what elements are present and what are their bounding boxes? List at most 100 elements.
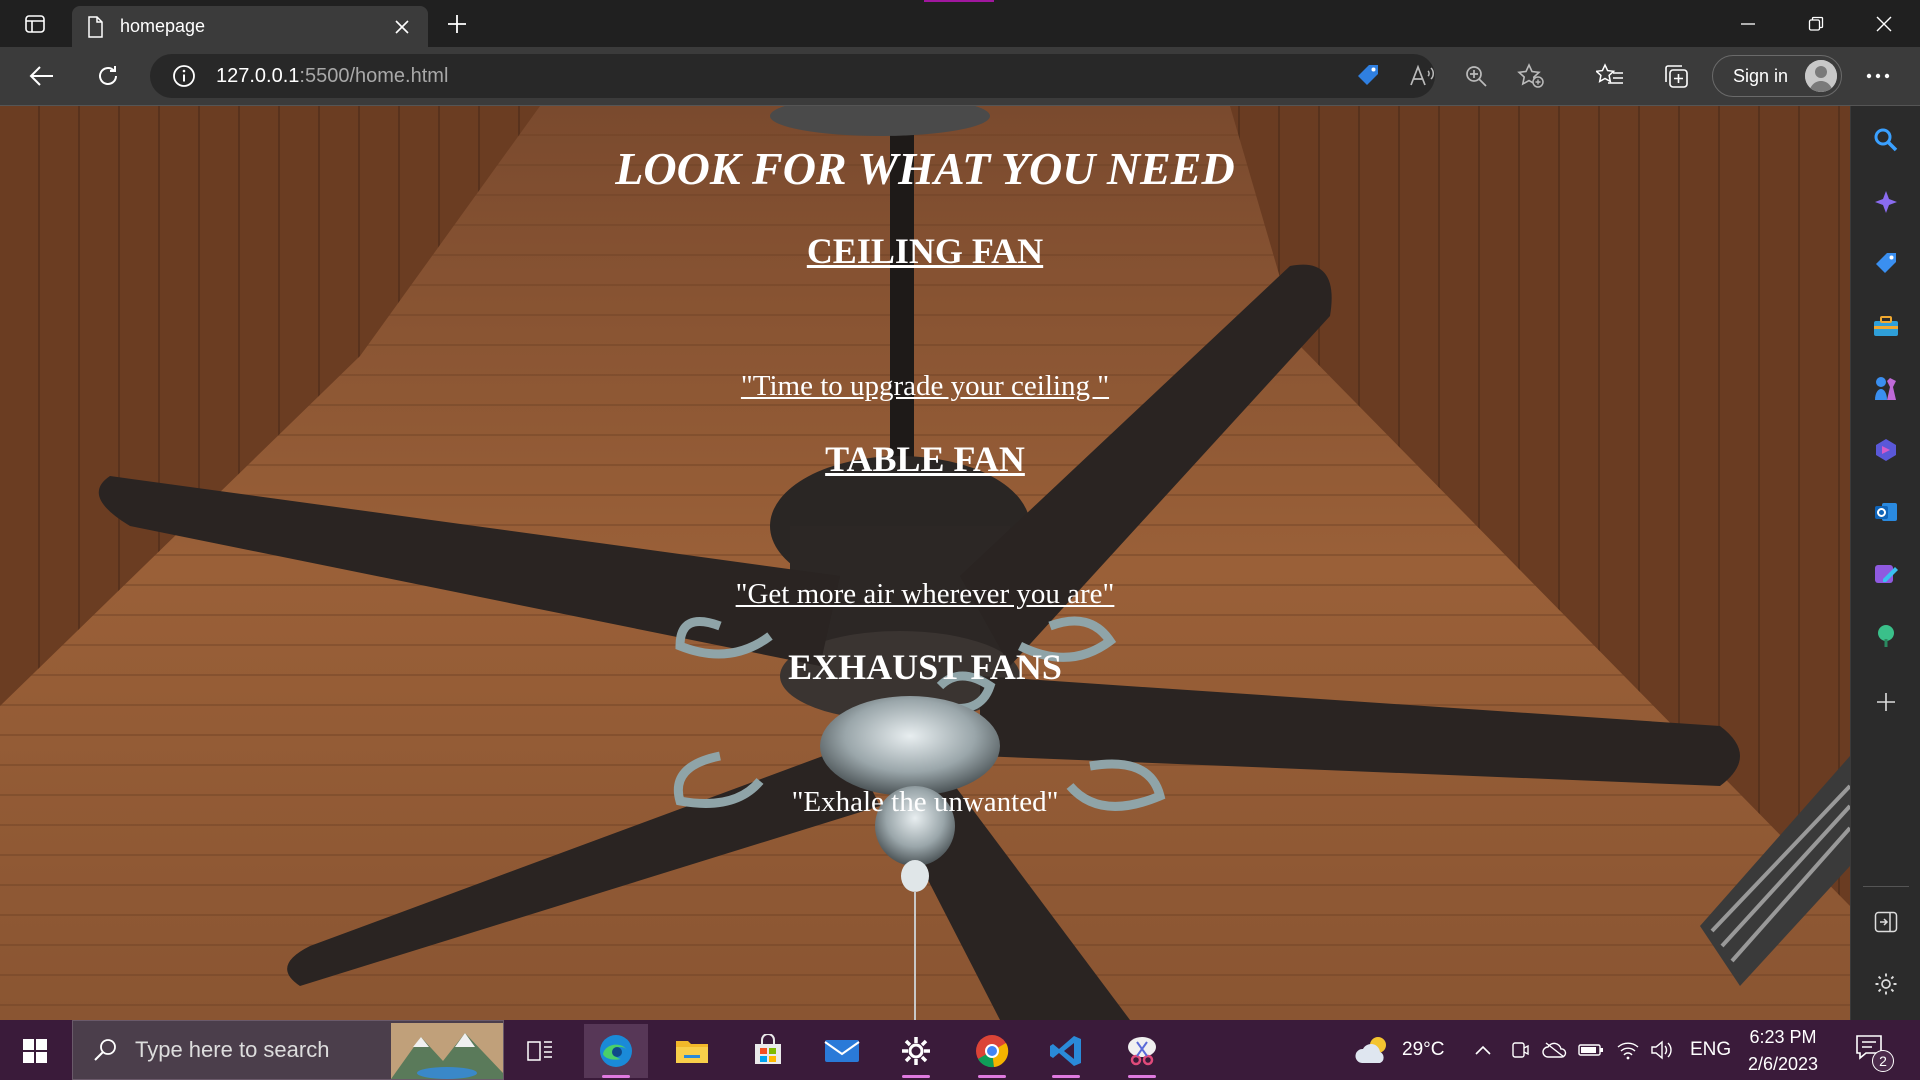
tab-title: homepage xyxy=(120,16,206,36)
partly-cloudy-icon xyxy=(1355,1037,1386,1063)
close-icon xyxy=(1876,16,1892,31)
sidebar-settings-button[interactable] xyxy=(1866,964,1906,1004)
section-table-fan-link[interactable]: TABLE FAN xyxy=(0,438,1850,480)
page-title: LOOK FOR WHAT YOU NEED xyxy=(615,143,1235,194)
clock-button[interactable]: 6:23 PM 2/6/2023 xyxy=(1728,1024,1838,1078)
section-exhaust-fans-heading: EXHAUST FANS xyxy=(788,647,1062,687)
taskbar-chrome-app[interactable] xyxy=(960,1024,1024,1078)
office-icon xyxy=(1876,439,1896,461)
show-hidden-icons-button[interactable] xyxy=(1474,1020,1492,1080)
refresh-button[interactable] xyxy=(88,57,128,95)
settings-more-button[interactable] xyxy=(1858,57,1898,95)
favorites-button[interactable] xyxy=(1590,57,1630,95)
address-bar[interactable]: 127.0.0.1:5500/home.html xyxy=(150,54,1544,98)
sidebar-search-button[interactable] xyxy=(1866,120,1906,160)
windows-logo-icon xyxy=(23,1039,47,1063)
tab-close-button[interactable] xyxy=(390,15,414,39)
sidebar-office-button[interactable] xyxy=(1866,430,1906,470)
collections-button[interactable] xyxy=(1656,57,1696,95)
network-button[interactable] xyxy=(1616,1020,1640,1080)
star-add-icon xyxy=(1517,63,1544,88)
read-aloud-button[interactable] xyxy=(1404,61,1440,91)
task-view-button[interactable] xyxy=(508,1024,572,1078)
sidebar-tree-button[interactable] xyxy=(1866,616,1906,656)
folder-icon xyxy=(676,1041,708,1063)
add-favorite-button[interactable] xyxy=(1513,61,1549,91)
active-indicator xyxy=(602,1075,630,1078)
taskbar-search-box[interactable]: Type here to search xyxy=(72,1020,504,1080)
taskbar-edge-app[interactable] xyxy=(584,1024,648,1078)
taskbar-store-app[interactable] xyxy=(736,1024,800,1078)
designer-icon xyxy=(1875,565,1898,583)
temperature: 29°C xyxy=(1402,1039,1445,1060)
notification-center-button[interactable]: 2 xyxy=(1854,1032,1894,1072)
taskbar-vscode-app[interactable] xyxy=(1034,1024,1098,1078)
section-ceiling-fan-link[interactable]: CEILING FAN xyxy=(0,230,1850,272)
search-icon xyxy=(1874,128,1898,152)
running-indicator xyxy=(1052,1075,1080,1078)
read-aloud-icon xyxy=(1410,64,1434,86)
sidebar-hide-button[interactable] xyxy=(1866,902,1906,942)
start-button[interactable] xyxy=(12,1030,58,1072)
battery-button[interactable] xyxy=(1578,1020,1604,1080)
panel-collapse-icon xyxy=(1874,911,1898,933)
sidebar-shopping-button[interactable] xyxy=(1866,244,1906,284)
info-icon[interactable] xyxy=(172,64,196,88)
sidebar-games-button[interactable] xyxy=(1866,368,1906,408)
scissors-icon xyxy=(1128,1037,1156,1066)
restore-icon xyxy=(1808,16,1824,31)
sidebar-copilot-button[interactable] xyxy=(1866,182,1906,222)
minimize-icon xyxy=(1741,22,1755,25)
taskbar-snipping-tool-app[interactable] xyxy=(1110,1024,1174,1078)
tab-actions-icon xyxy=(25,15,45,33)
ceiling-fan-tagline-link[interactable]: "Time to upgrade your ceiling " xyxy=(0,370,1850,403)
more-icon xyxy=(1866,73,1890,79)
person-icon xyxy=(1805,60,1837,92)
minimize-button[interactable] xyxy=(1714,0,1782,47)
table-fan-tagline-link[interactable]: "Get more air wherever you are" xyxy=(0,578,1850,611)
homepage-content: LOOK FOR WHAT YOU NEED CEILING FAN "Time… xyxy=(0,106,1850,1020)
shopping-tag-button[interactable] xyxy=(1350,61,1386,91)
weather-widget[interactable]: 29°C xyxy=(1354,1020,1444,1080)
browser-toolbar: 127.0.0.1:5500/home.html Sign in xyxy=(0,47,1920,106)
tag-icon xyxy=(1358,65,1378,85)
meet-now-button[interactable] xyxy=(1510,1020,1530,1080)
gear-icon xyxy=(1875,973,1897,995)
browser-tab-strip: homepage xyxy=(0,0,1920,47)
sidebar-divider xyxy=(1863,886,1909,887)
sign-in-button[interactable]: Sign in xyxy=(1712,55,1842,97)
restore-button[interactable] xyxy=(1782,0,1850,47)
new-tab-button[interactable] xyxy=(440,8,474,40)
shopping-tag-icon xyxy=(1876,253,1896,273)
clock-date: 2/6/2023 xyxy=(1747,1054,1819,1074)
battery-icon xyxy=(1578,1044,1603,1056)
taskbar-mail-app[interactable] xyxy=(810,1024,874,1078)
volume-button[interactable] xyxy=(1650,1020,1674,1080)
favorites-icon xyxy=(1596,63,1623,84)
wifi-icon xyxy=(1617,1042,1639,1060)
sidebar-designer-button[interactable] xyxy=(1866,554,1906,594)
tab-homepage[interactable]: homepage xyxy=(72,6,428,47)
running-indicator xyxy=(978,1075,1006,1078)
onedrive-button[interactable] xyxy=(1542,1020,1568,1080)
close-window-button[interactable] xyxy=(1850,0,1918,47)
taskbar-settings-app[interactable] xyxy=(884,1024,948,1078)
tab-actions-button[interactable] xyxy=(15,8,55,40)
back-arrow-icon xyxy=(29,66,53,86)
zoom-button[interactable] xyxy=(1458,61,1494,91)
close-icon xyxy=(395,19,409,34)
search-highlight-landscape-icon xyxy=(391,1023,503,1079)
language-label: ENG xyxy=(1690,1039,1732,1060)
accent-bar xyxy=(924,0,994,2)
search-icon xyxy=(94,1039,116,1061)
sidebar-add-button[interactable] xyxy=(1866,682,1906,722)
taskbar-file-explorer-app[interactable] xyxy=(660,1024,724,1078)
plus-icon xyxy=(1877,693,1895,711)
windows-taskbar: Type here to search 29°C ENG 6:23 PM 2/6… xyxy=(0,1020,1920,1080)
chess-piece-icon xyxy=(1875,377,1896,400)
refresh-icon xyxy=(99,66,117,85)
sidebar-outlook-button[interactable] xyxy=(1866,492,1906,532)
sidebar-tools-button[interactable] xyxy=(1866,306,1906,346)
input-language-button[interactable]: ENG xyxy=(1690,1020,1731,1080)
back-button[interactable] xyxy=(22,57,62,95)
